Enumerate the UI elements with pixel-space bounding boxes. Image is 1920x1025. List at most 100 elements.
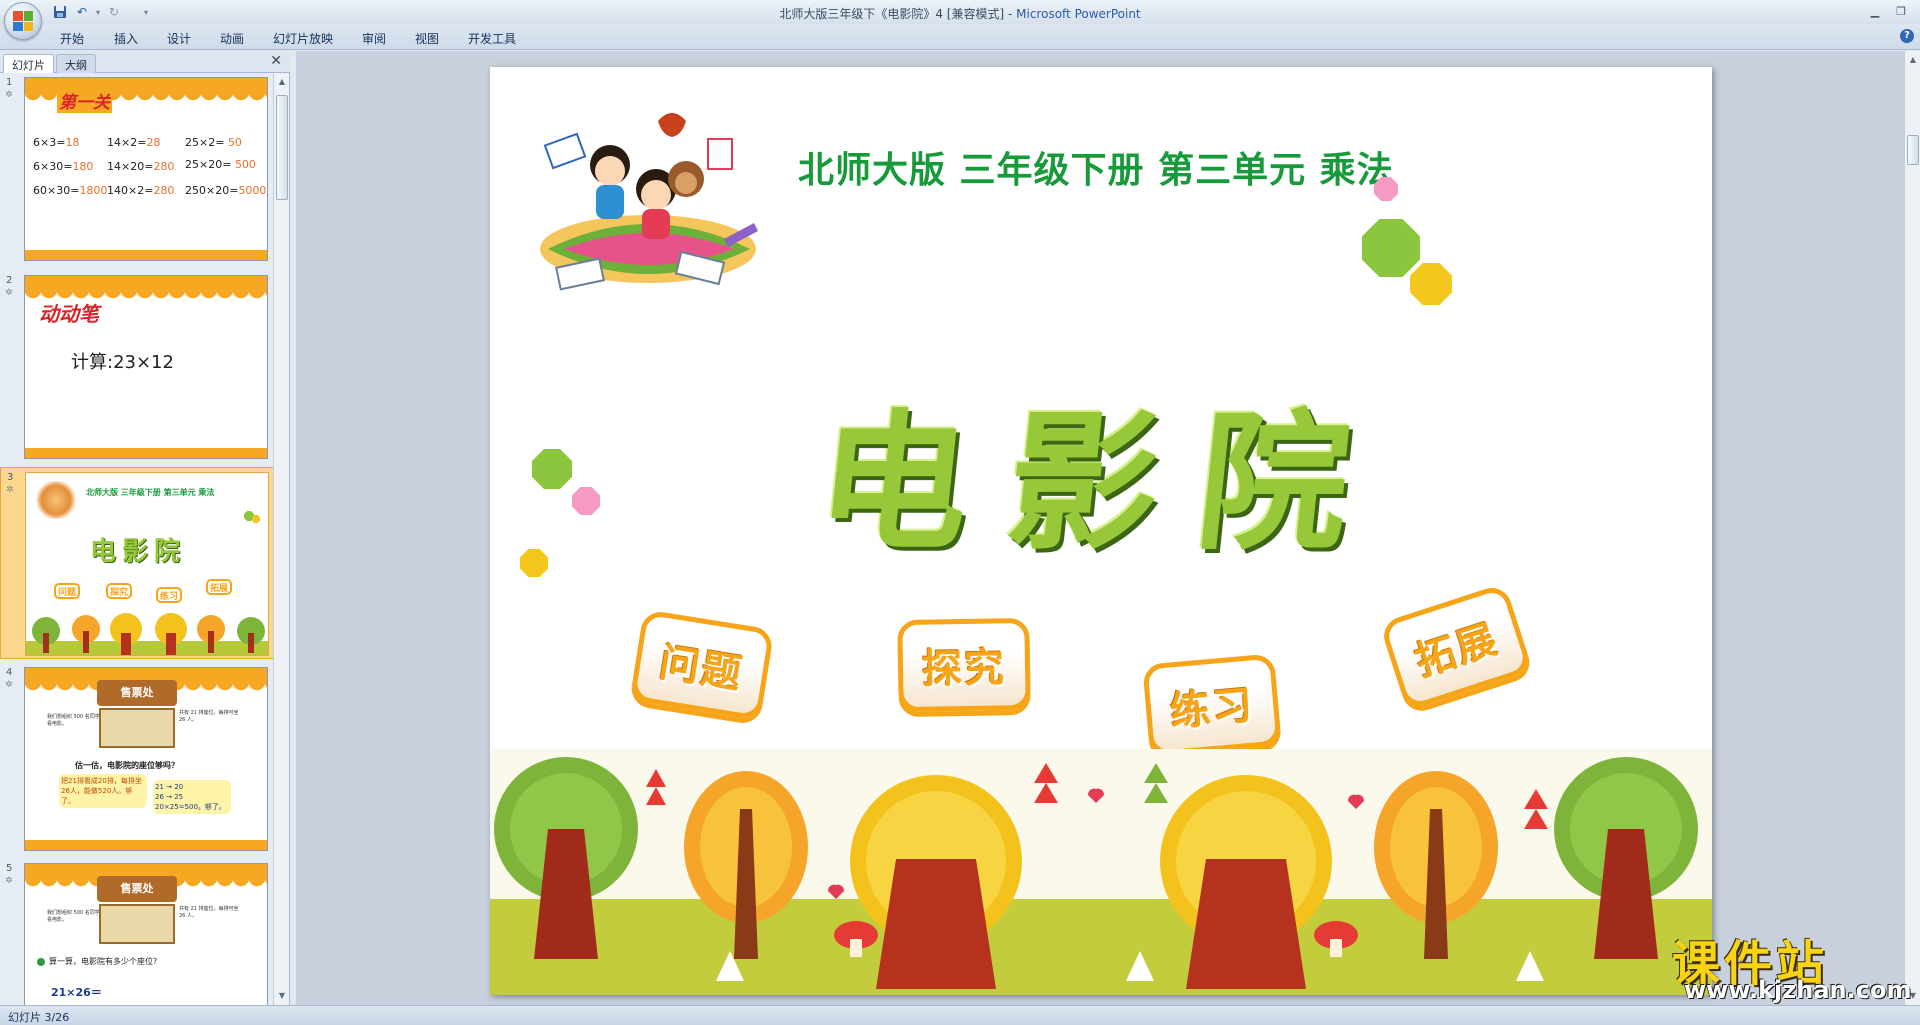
decor-hex-green <box>532 449 572 489</box>
equation: 140×2=280 <box>107 184 175 197</box>
thumb-title: 电影院 <box>90 537 187 567</box>
tab-review[interactable]: 审阅 <box>362 30 386 47</box>
problem-button[interactable]: 问题 <box>629 609 775 721</box>
slide-thumbnail-1[interactable]: 1 ✲ 第一关 6×3=18 14×2=28 25×2= 50 6×30=180… <box>0 73 274 265</box>
bubble-right: 共有 21 排座位，每排可坐 26 人。 <box>179 906 239 919</box>
thumb-calc: 21×26＝ <box>51 986 102 999</box>
equation: 14×2=28 <box>107 136 161 149</box>
decor-hex <box>252 515 260 523</box>
minimize-icon[interactable]: ▁ <box>1862 2 1888 20</box>
bottom-bar <box>25 840 267 850</box>
tab-slideshow[interactable]: 幻灯片放映 <box>273 30 333 47</box>
forest-decoration <box>490 749 1712 995</box>
restore-icon[interactable]: ❐ <box>1888 2 1914 20</box>
decor-hex-green <box>1362 219 1420 277</box>
slide-thumbnail-2[interactable]: 2 ✲ 动动笔 计算:23×12 <box>0 271 274 463</box>
transition-star-icon: ✲ <box>6 485 14 495</box>
slide-thumbnail-5[interactable]: 5 ✲ 售票处 我们想组织 500 名同学看电影。 共有 21 排座位，每排可坐… <box>0 859 274 1005</box>
ticket-sign: 售票处 <box>97 680 177 706</box>
thumb-question: 估一估，电影院的座位够吗？ <box>75 761 179 770</box>
office-logo-icon <box>13 11 33 31</box>
ticket-window <box>99 904 175 944</box>
bottom-bar <box>25 448 267 458</box>
ribbon-tabs: 开始 插入 设计 动画 幻灯片放映 审阅 视图 开发工具 ? <box>0 24 1920 50</box>
equation: 250×20=5000 <box>185 184 267 197</box>
equation: 6×30=180 <box>33 160 94 173</box>
thumb-heading: 动动笔 <box>39 302 99 326</box>
thumb-badge: 探究 <box>106 583 132 599</box>
slide-number: 4 <box>6 667 13 678</box>
badge-label: 拓展 <box>1410 615 1505 686</box>
slide-number: 5 <box>6 863 13 874</box>
tab-developer[interactable]: 开发工具 <box>468 30 516 47</box>
slides-pane: 幻灯片 大纲 ✕ 1 ✲ 第一关 6×3=18 14×2=28 25×2= 50… <box>0 51 290 1005</box>
watermark: 课件站 www.kjzhan.com <box>1672 924 1911 1004</box>
practice-button[interactable]: 练习 <box>1142 653 1282 757</box>
ticket-window <box>99 708 175 748</box>
slide-thumbnail-list: 1 ✲ 第一关 6×3=18 14×2=28 25×2= 50 6×30=180… <box>0 73 274 1005</box>
bottom-bar <box>25 250 267 260</box>
slide-subtitle: 北师大版 三年级下册 第三单元 乘法 <box>798 150 1394 191</box>
thumbnail-canvas: 第一关 6×3=18 14×2=28 25×2= 50 6×30=180 14×… <box>24 77 268 261</box>
calc-box: 21 → 20 26 → 25 20×25=500。够了。 <box>153 780 231 814</box>
close-icon[interactable]: ✕ <box>270 53 282 69</box>
tab-home[interactable]: 开始 <box>60 30 84 47</box>
scroll-up-icon[interactable]: ▲ <box>275 75 289 89</box>
badge-label: 练习 <box>1168 682 1257 736</box>
help-icon[interactable]: ? <box>1900 29 1914 43</box>
tab-animations[interactable]: 动画 <box>220 30 244 47</box>
kids-reading-illustration <box>540 113 758 291</box>
slide-title: 电影院 <box>809 395 1398 571</box>
document-title: 北师大版三年级下《电影院》4 [兼容模式] - <box>779 7 1017 21</box>
thumb-badge: 问题 <box>54 583 80 599</box>
thumb-badge: 练习 <box>156 587 182 603</box>
slide-number: 2 <box>6 275 13 286</box>
status-bar: 幻灯片 3/26 <box>0 1005 1920 1025</box>
equation: 25×2= 50 <box>185 136 242 149</box>
slide-number: 3 <box>7 472 14 483</box>
extend-button[interactable]: 拓展 <box>1379 582 1533 712</box>
slide-canvas[interactable]: 北师大版 三年级下册 第三单元 乘法 电影院 问题 探究 练习 拓展 <box>490 67 1712 995</box>
thumbnail-canvas: 售票处 我们想组织 500 名同学看电影。 共有 21 排座位，每排可坐 26 … <box>24 667 268 851</box>
tab-view[interactable]: 视图 <box>415 30 439 47</box>
bubble-right: 共有 21 排座位，每排可坐 26 人。 <box>179 710 239 723</box>
pane-tabs: 幻灯片 大纲 ✕ <box>0 51 290 73</box>
thumb-text: 计算:23×12 <box>71 352 174 373</box>
thumbnail-scrollbar[interactable]: ▲ ▼ <box>273 73 289 1005</box>
slide-thumbnail-3[interactable]: 3 ✲ 北师大版 三年级下册 第三单元 乘法 电影院 问题 探究 练习 拓展 <box>0 467 274 659</box>
equation: 14×20=280 <box>107 160 175 173</box>
title-bar: ↶ ▾ ↻ ▾ 北师大版三年级下《电影院》4 [兼容模式] - Microsof… <box>0 0 1920 40</box>
scallop-border <box>25 276 267 300</box>
app-name: Microsoft PowerPoint <box>1016 7 1141 21</box>
badge-label: 探究 <box>921 645 1007 693</box>
scrollbar-thumb[interactable] <box>1907 135 1919 165</box>
window-title: 北师大版三年级下《电影院》4 [兼容模式] - Microsoft PowerP… <box>0 5 1920 22</box>
thumb-heading: 第一关 <box>57 88 112 113</box>
tab-insert[interactable]: 插入 <box>114 30 138 47</box>
equation: 6×3=18 <box>33 136 80 149</box>
office-button[interactable] <box>4 2 42 40</box>
transition-star-icon: ✲ <box>5 680 13 690</box>
slide-number: 1 <box>6 77 13 88</box>
tab-design[interactable]: 设计 <box>167 30 191 47</box>
watermark-url: www.kjzhan.com <box>1684 976 1912 1004</box>
tab-outline[interactable]: 大纲 <box>56 54 96 73</box>
decor-hex-yellow <box>520 549 548 577</box>
thumb-question: 算一算，电影院有多少个座位? <box>49 957 158 966</box>
transition-star-icon: ✲ <box>5 288 13 298</box>
explore-button[interactable]: 探究 <box>897 617 1031 713</box>
bullet-icon <box>37 958 45 966</box>
decor-hex-yellow <box>1410 263 1452 305</box>
scrollbar-thumb[interactable] <box>276 95 288 200</box>
transition-star-icon: ✲ <box>5 90 13 100</box>
scroll-up-icon[interactable]: ▲ <box>1906 53 1920 67</box>
editor-scrollbar[interactable]: ▲ ▼ <box>1904 51 1920 1005</box>
thumbnail-canvas: 售票处 我们想组织 500 名同学看电影。 共有 21 排座位，每排可坐 26 … <box>24 863 268 1005</box>
transition-star-icon: ✲ <box>5 876 13 886</box>
tab-slides[interactable]: 幻灯片 <box>3 54 54 73</box>
answer-left: 把21排看成20排，每排坐26人，能做520人。够了。 <box>59 774 147 808</box>
slide-thumbnail-4[interactable]: 4 ✲ 售票处 我们想组织 500 名同学看电影。 共有 21 排座位，每排可坐… <box>0 663 274 855</box>
thumb-badge: 拓展 <box>206 579 232 595</box>
scroll-down-icon[interactable]: ▼ <box>275 989 289 1003</box>
decor-hex-pink <box>572 487 600 515</box>
